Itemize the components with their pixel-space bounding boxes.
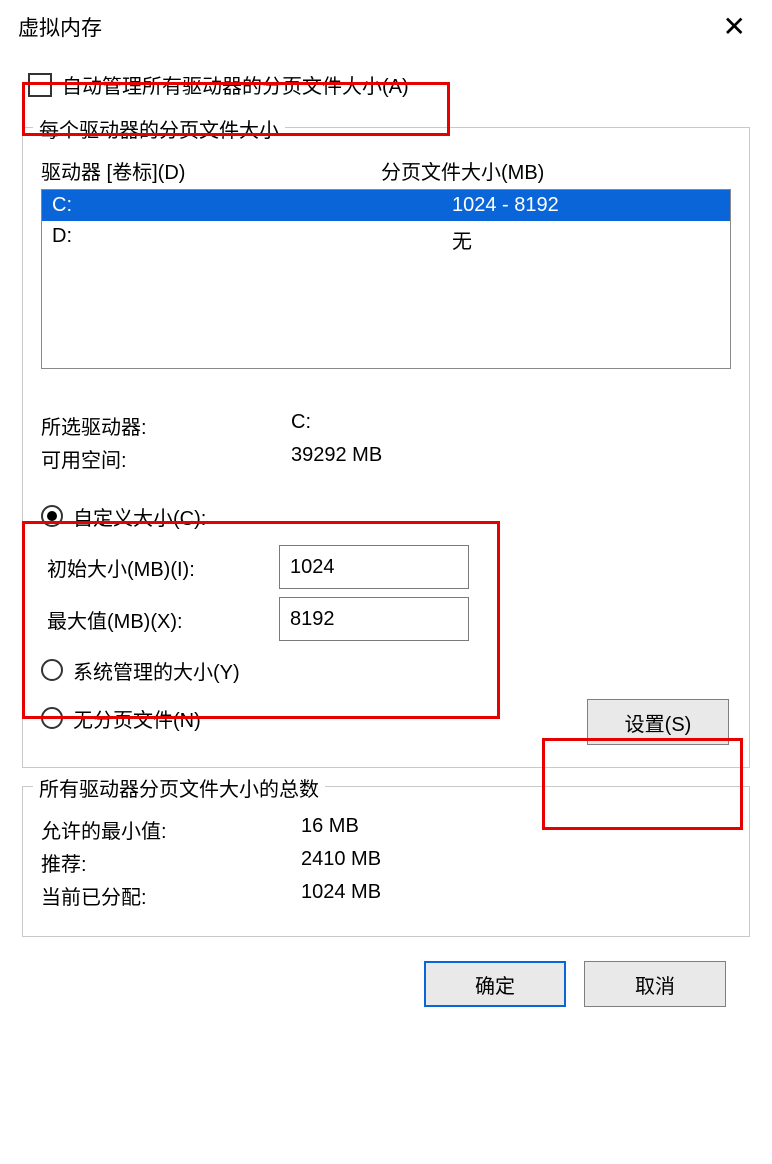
max-size-label: 最大值(MB)(X):	[41, 605, 279, 634]
cancel-button[interactable]: 取消	[584, 961, 726, 1007]
drive-letter: C:	[52, 194, 452, 217]
radio-none-label: 无分页文件(N)	[73, 704, 201, 733]
ok-button[interactable]: 确定	[424, 961, 566, 1007]
titlebar: 虚拟内存 ✕	[0, 0, 772, 50]
drive-row[interactable]: C: 1024 - 8192	[42, 190, 730, 221]
size-radio-group: 自定义大小(C): 初始大小(MB)(I): 最大值(MB)(X): 系统管理的…	[41, 495, 731, 739]
radio-system-label: 系统管理的大小(Y)	[73, 656, 240, 685]
free-space-value: 39292 MB	[291, 444, 731, 473]
drive-row[interactable]: D: 无	[42, 221, 730, 258]
auto-manage-label: 自动管理所有驱动器的分页文件大小(A)	[62, 70, 409, 99]
drive-letter: D:	[52, 225, 452, 254]
recommended-value: 2410 MB	[301, 848, 731, 877]
group-totals: 所有驱动器分页文件大小的总数 允许的最小值: 16 MB 推荐: 2410 MB…	[22, 786, 750, 937]
group-totals-legend: 所有驱动器分页文件大小的总数	[33, 773, 325, 802]
radio-custom-label: 自定义大小(C):	[73, 502, 206, 531]
selected-drive-value: C:	[291, 411, 731, 440]
initial-size-label: 初始大小(MB)(I):	[41, 553, 279, 582]
set-button[interactable]: 设置(S)	[587, 699, 729, 745]
close-icon[interactable]: ✕	[713, 9, 756, 45]
max-size-row: 最大值(MB)(X):	[41, 597, 731, 641]
initial-size-input[interactable]	[279, 545, 469, 589]
col-size-header: 分页文件大小(MB)	[381, 156, 731, 185]
radio-none[interactable]	[41, 707, 63, 729]
drive-size: 无	[452, 225, 720, 254]
radio-system[interactable]	[41, 659, 63, 681]
col-drive-header: 驱动器 [卷标](D)	[41, 156, 381, 185]
drive-list[interactable]: C: 1024 - 8192 D: 无	[41, 189, 731, 369]
dialog-footer: 确定 取消	[22, 937, 750, 1007]
free-space-label: 可用空间:	[41, 444, 291, 473]
auto-manage-checkbox[interactable]	[28, 73, 52, 97]
radio-custom[interactable]	[41, 505, 63, 527]
auto-manage-row[interactable]: 自动管理所有驱动器的分页文件大小(A)	[22, 60, 750, 109]
max-size-input[interactable]	[279, 597, 469, 641]
initial-size-row: 初始大小(MB)(I):	[41, 545, 731, 589]
currently-allocated-label: 当前已分配:	[41, 881, 301, 910]
recommended-label: 推荐:	[41, 848, 301, 877]
radio-system-row[interactable]: 系统管理的大小(Y)	[41, 649, 731, 691]
selected-drive-label: 所选驱动器:	[41, 411, 291, 440]
currently-allocated-value: 1024 MB	[301, 881, 731, 910]
drive-size: 1024 - 8192	[452, 194, 720, 217]
selected-drive-info: 所选驱动器: C: 可用空间: 39292 MB	[41, 411, 731, 473]
group-per-drive: 每个驱动器的分页文件大小 驱动器 [卷标](D) 分页文件大小(MB) C: 1…	[22, 127, 750, 768]
dialog-title: 虚拟内存	[18, 12, 102, 42]
min-allowed-label: 允许的最小值:	[41, 815, 301, 844]
min-allowed-value: 16 MB	[301, 815, 731, 844]
group-per-drive-legend: 每个驱动器的分页文件大小	[33, 114, 285, 143]
drive-list-header: 驱动器 [卷标](D) 分页文件大小(MB)	[41, 156, 731, 185]
radio-custom-row[interactable]: 自定义大小(C):	[41, 495, 731, 537]
